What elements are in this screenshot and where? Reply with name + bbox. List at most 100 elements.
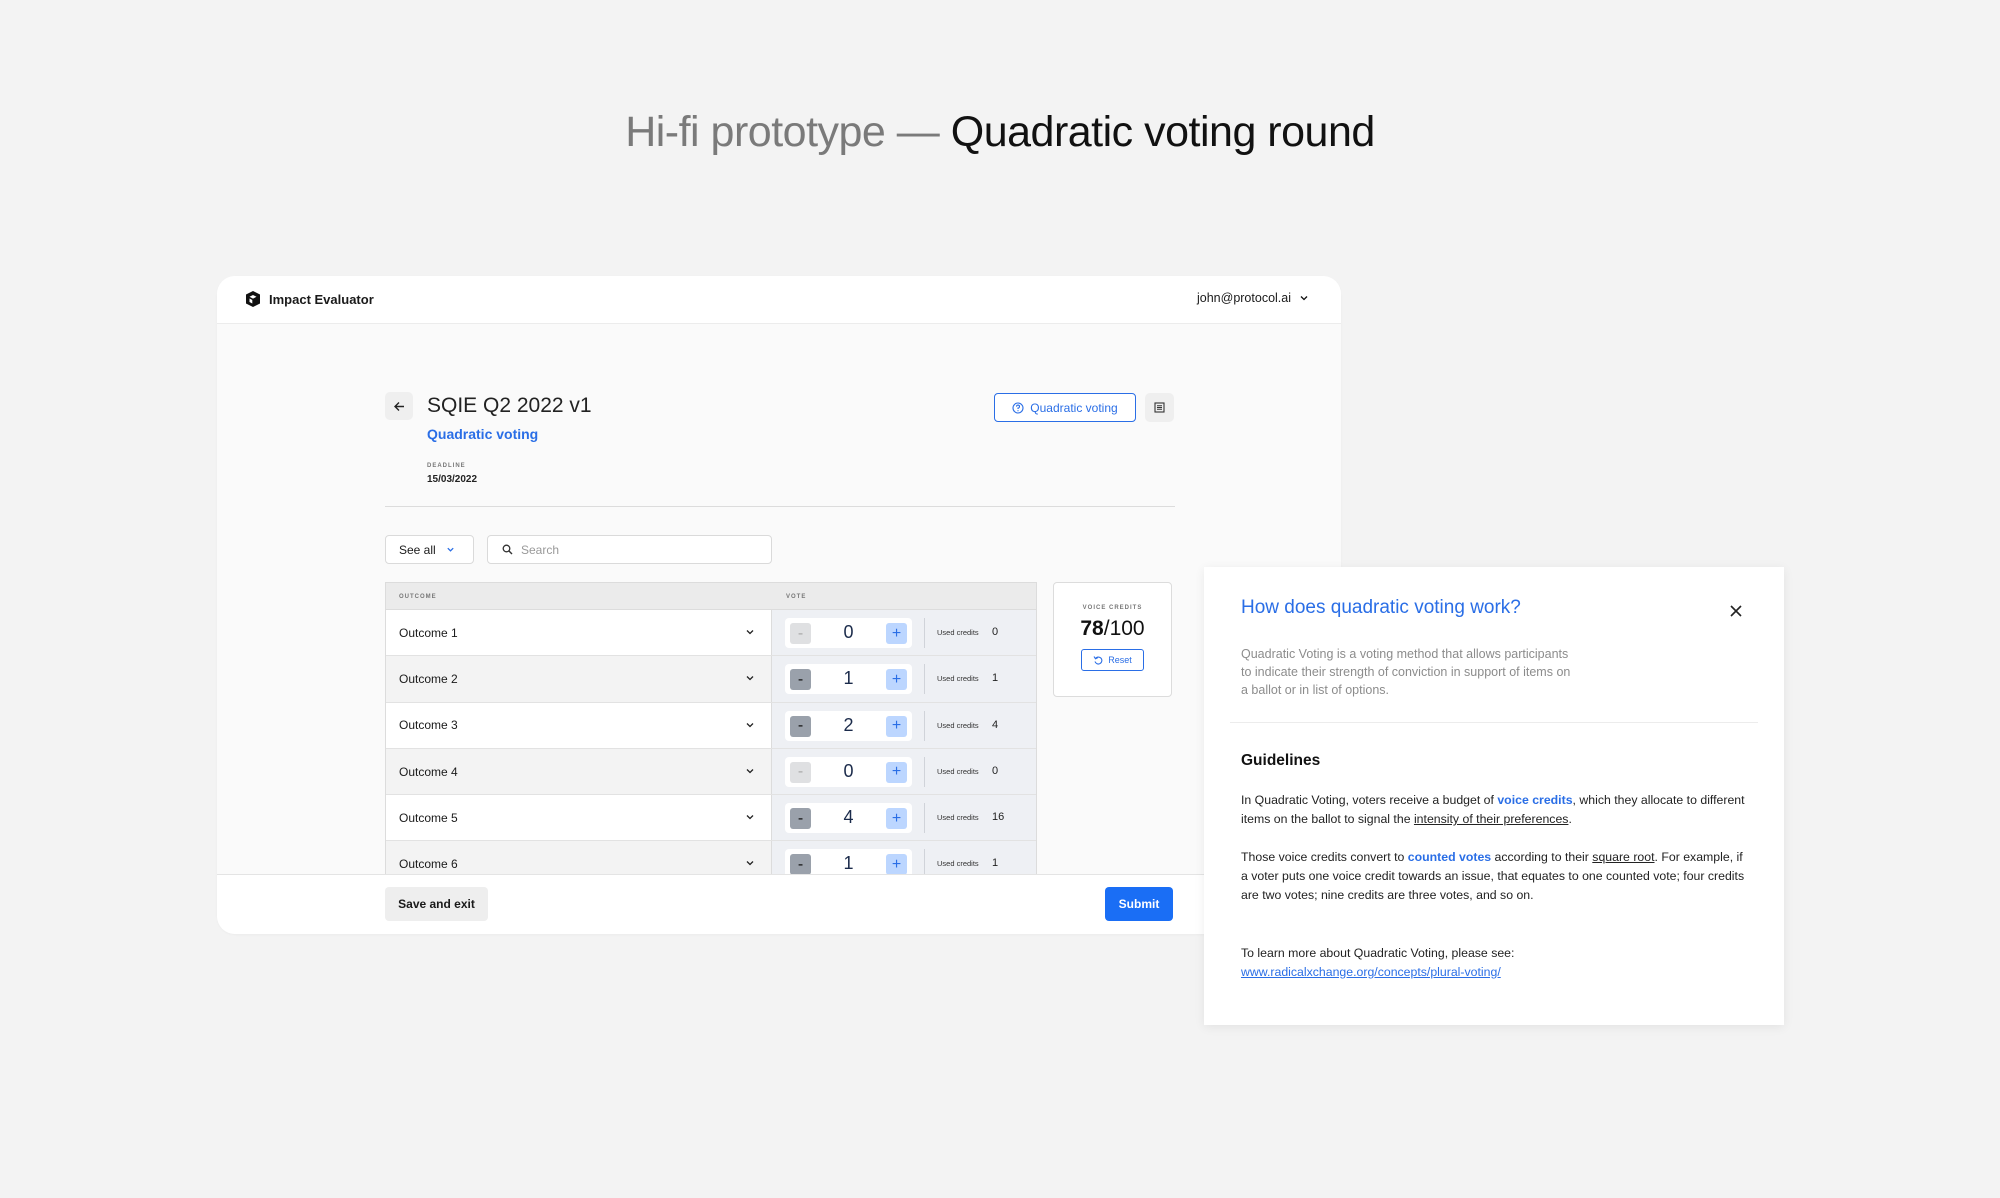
page-heading-title: Quadratic voting round bbox=[950, 108, 1376, 156]
decrement-button[interactable]: - bbox=[790, 623, 811, 644]
increment-button[interactable]: + bbox=[886, 623, 907, 644]
table-row: Outcome 3 - 2 + Used credits 4 bbox=[386, 702, 1036, 749]
voice-credits-value: 78/100 bbox=[1054, 617, 1171, 641]
chevron-down-icon bbox=[746, 630, 754, 635]
vote-stepper: - 1 + bbox=[785, 664, 912, 695]
chevron-down-icon bbox=[447, 547, 454, 552]
outcome-cell[interactable]: Outcome 2 bbox=[386, 656, 772, 702]
increment-button[interactable]: + bbox=[886, 761, 907, 783]
round-type: Quadratic voting bbox=[427, 426, 539, 442]
outcome-name: Outcome 3 bbox=[399, 718, 458, 733]
table-row: Outcome 1 - 0 + Used credits 0 bbox=[386, 610, 1036, 657]
used-credits-value: 4 bbox=[992, 718, 999, 731]
app-footer: Save and exit Submit bbox=[217, 874, 1341, 934]
chevron-down-icon bbox=[1300, 296, 1308, 301]
learn-more-paragraph: To learn more about Quadratic Voting, pl… bbox=[1241, 944, 1751, 982]
column-header-outcome: OUTCOME bbox=[399, 594, 437, 600]
cube-logo-icon bbox=[246, 291, 260, 307]
user-menu[interactable]: john@protocol.ai bbox=[1197, 291, 1309, 305]
outcome-cell[interactable]: Outcome 5 bbox=[386, 795, 772, 841]
guidelines-heading: Guidelines bbox=[1241, 752, 1321, 769]
used-credits-label: Used credits bbox=[937, 766, 979, 776]
search-icon bbox=[502, 544, 513, 555]
learn-more-text: To learn more about Quadratic Voting, pl… bbox=[1241, 946, 1515, 960]
outcome-name: Outcome 1 bbox=[399, 625, 458, 640]
used-credits-label: Used credits bbox=[937, 720, 979, 730]
vote-value: 0 bbox=[843, 760, 854, 781]
outcome-name: Outcome 5 bbox=[399, 810, 458, 825]
search-input[interactable] bbox=[521, 542, 761, 557]
used-credits-value: 1 bbox=[992, 672, 999, 685]
vote-value: 1 bbox=[843, 853, 854, 874]
increment-button[interactable]: + bbox=[886, 808, 907, 830]
help-divider bbox=[1230, 722, 1758, 723]
used-credits-label: Used credits bbox=[937, 628, 979, 637]
vote-cell: - 0 + Used credits 0 bbox=[772, 610, 1036, 656]
document-icon bbox=[1154, 402, 1165, 413]
used-credits-label: Used credits bbox=[937, 813, 979, 823]
decrement-button[interactable]: - bbox=[790, 669, 811, 691]
save-and-exit-button[interactable]: Save and exit bbox=[385, 887, 488, 921]
vote-value: 0 bbox=[843, 622, 854, 642]
used-credits-value: 0 bbox=[992, 764, 999, 777]
app-header: Impact Evaluator john@protocol.ai bbox=[217, 276, 1341, 324]
document-button[interactable] bbox=[1145, 393, 1174, 422]
outcome-cell[interactable]: Outcome 3 bbox=[386, 702, 772, 748]
chevron-down-icon bbox=[746, 722, 754, 728]
decrement-button[interactable]: - bbox=[790, 715, 811, 737]
arrow-left-icon bbox=[393, 401, 404, 411]
help-intro: Quadratic Voting is a voting method that… bbox=[1241, 647, 1571, 697]
vote-stepper: - 0 + bbox=[785, 756, 912, 787]
quadratic-voting-help-button[interactable]: Quadratic voting bbox=[994, 393, 1136, 422]
vote-divider bbox=[924, 756, 925, 787]
vote-cell: - 2 + Used credits 4 bbox=[772, 702, 1036, 748]
chevron-down-icon bbox=[746, 676, 754, 681]
vote-value: 4 bbox=[843, 807, 854, 828]
outcome-cell[interactable]: Outcome 1 bbox=[386, 610, 772, 656]
vote-stepper: - 0 + bbox=[785, 618, 912, 648]
quadratic-voting-help-label: Quadratic voting bbox=[1030, 400, 1118, 415]
deadline-value: 15/03/2022 bbox=[427, 474, 478, 485]
close-icon[interactable] bbox=[1728, 603, 1744, 619]
guideline-paragraph: In Quadratic Voting, voters receive a bu… bbox=[1241, 791, 1751, 829]
help-title: How does quadratic voting work? bbox=[1241, 597, 1521, 618]
undo-icon bbox=[1093, 656, 1103, 665]
decrement-button[interactable]: - bbox=[790, 761, 811, 783]
used-credits-value: 0 bbox=[992, 626, 999, 638]
decrement-button[interactable]: - bbox=[790, 854, 811, 876]
text-span: according to their bbox=[1491, 850, 1593, 864]
increment-button[interactable]: + bbox=[886, 854, 907, 876]
text-span: In Quadratic Voting, voters receive a bu… bbox=[1241, 793, 1498, 807]
reset-button[interactable]: Reset bbox=[1081, 649, 1144, 671]
vote-divider bbox=[924, 710, 925, 741]
submit-button[interactable]: Submit bbox=[1105, 887, 1173, 921]
search-box[interactable] bbox=[487, 535, 772, 564]
outcome-name: Outcome 2 bbox=[399, 671, 458, 686]
used-credits-value: 1 bbox=[992, 857, 999, 870]
brand[interactable]: Impact Evaluator bbox=[244, 290, 374, 308]
app-window: Impact Evaluator john@protocol.ai SQIE Q… bbox=[217, 276, 1341, 934]
user-email: john@protocol.ai bbox=[1197, 291, 1291, 305]
vote-cell: - 0 + Used credits 0 bbox=[772, 748, 1036, 795]
filter-select[interactable]: See all bbox=[385, 535, 474, 564]
used-credits-value: 16 bbox=[992, 811, 1005, 824]
guideline-paragraph: Those voice credits convert to counted v… bbox=[1241, 848, 1751, 905]
vote-divider bbox=[924, 664, 925, 695]
increment-button[interactable]: + bbox=[886, 715, 907, 737]
highlight-voice-credits: voice credits bbox=[1497, 793, 1573, 807]
deadline-label: DEADLINE bbox=[427, 463, 466, 469]
learn-more-link[interactable]: www.radicalxchange.org/concepts/plural-v… bbox=[1241, 965, 1501, 979]
outcome-cell[interactable]: Outcome 4 bbox=[386, 748, 772, 795]
increment-button[interactable]: + bbox=[886, 669, 907, 691]
vote-value: 2 bbox=[843, 714, 854, 735]
vote-divider bbox=[924, 618, 925, 648]
highlight-counted-votes: counted votes bbox=[1407, 850, 1492, 864]
voice-credits-used: 78 bbox=[1080, 617, 1104, 640]
back-button[interactable] bbox=[385, 392, 413, 420]
decrement-button[interactable]: - bbox=[790, 808, 811, 830]
reset-label: Reset bbox=[1108, 655, 1132, 665]
page-heading: Hi-fi prototype — Quadratic voting round bbox=[0, 108, 2000, 157]
voice-credits-total: /100 bbox=[1103, 617, 1145, 640]
vote-cell: - 1 + Used credits 1 bbox=[772, 656, 1036, 702]
chevron-down-icon bbox=[746, 768, 754, 774]
